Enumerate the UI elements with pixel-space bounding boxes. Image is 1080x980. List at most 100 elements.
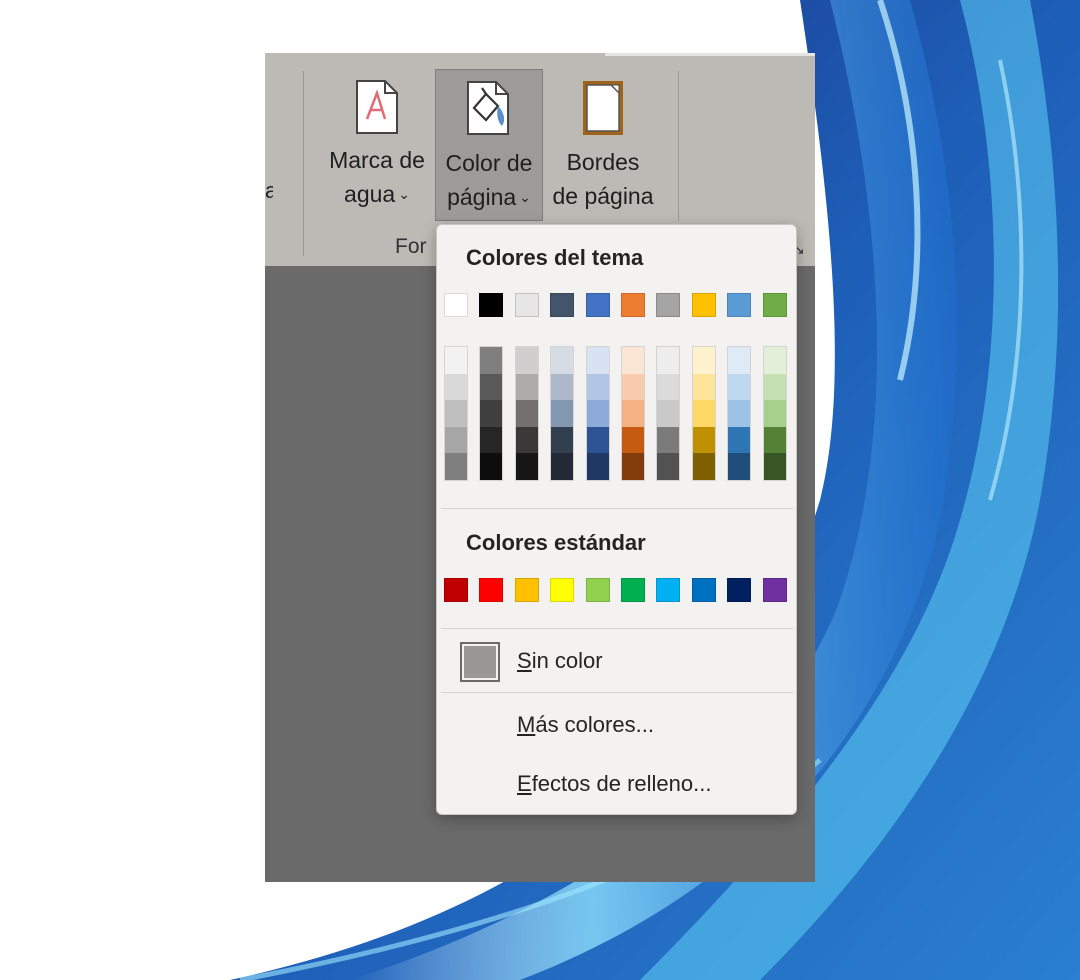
theme-shade-swatch[interactable] [551,453,574,480]
theme-color-swatch[interactable] [656,293,681,317]
fill-effects-label: Efectos de relleno... [517,771,711,797]
theme-shade-swatch[interactable] [763,400,786,427]
theme-color-swatch[interactable] [479,293,504,317]
theme-shade-swatch[interactable] [692,453,715,480]
theme-colors-row [444,293,798,317]
theme-shade-column [620,346,645,481]
theme-color-swatch[interactable] [762,293,787,317]
no-color-label: Sin color [517,648,603,674]
theme-shade-column [514,346,539,481]
theme-shade-swatch[interactable] [657,373,680,401]
theme-shade-swatch[interactable] [621,426,644,454]
theme-shade-swatch[interactable] [621,453,644,480]
standard-color-swatch[interactable] [550,578,575,602]
no-color-text: in color [531,648,603,673]
theme-shade-swatch[interactable] [728,373,751,401]
theme-shade-swatch[interactable] [551,400,574,427]
theme-shade-swatch[interactable] [515,426,538,454]
theme-shade-column [550,346,575,481]
theme-shade-swatch[interactable] [445,426,467,454]
theme-shade-swatch[interactable] [763,347,786,374]
theme-shade-column [727,346,752,481]
theme-color-swatch[interactable] [691,293,716,317]
menu-separator [441,508,793,509]
ribbon-group-label: For [395,235,427,258]
theme-shade-swatch[interactable] [480,400,503,427]
menu-separator [441,628,793,629]
ribbon-top-strip [605,53,815,56]
theme-shade-swatch[interactable] [515,453,538,480]
page-borders-button[interactable]: Bordes de página [547,69,659,221]
theme-color-swatch[interactable] [514,293,539,317]
theme-shade-swatch[interactable] [551,347,574,374]
theme-shade-swatch[interactable] [445,347,467,374]
theme-shade-swatch[interactable] [728,453,751,480]
standard-color-swatch[interactable] [620,578,645,602]
page-borders-label-line1: Bordes [566,149,640,175]
theme-shade-swatch[interactable] [728,347,751,374]
standard-color-swatch[interactable] [762,578,787,602]
theme-color-swatch[interactable] [727,293,752,317]
theme-shade-swatch[interactable] [692,400,715,427]
theme-shade-swatch[interactable] [763,373,786,401]
standard-color-swatch[interactable] [656,578,681,602]
theme-shade-swatch[interactable] [657,453,680,480]
standard-colors-heading: Colores estándar [466,530,646,555]
theme-shade-swatch[interactable] [728,400,751,427]
theme-shade-swatch[interactable] [586,347,609,374]
theme-shade-swatch[interactable] [763,426,786,454]
watermark-button[interactable]: Marca de agua ⌄ [321,69,433,221]
theme-shade-swatch[interactable] [480,453,503,480]
page-color-label-line2: página [447,184,517,210]
theme-shade-swatch[interactable] [657,400,680,427]
theme-color-swatch[interactable] [550,293,575,317]
theme-shade-swatch[interactable] [551,426,574,454]
theme-shade-swatch[interactable] [657,426,680,454]
theme-shade-swatch[interactable] [657,347,680,374]
theme-shade-swatch[interactable] [480,347,503,374]
theme-shade-swatch[interactable] [480,373,503,401]
theme-shade-swatch[interactable] [480,426,503,454]
theme-shade-swatch[interactable] [515,373,538,401]
theme-shade-swatch[interactable] [586,400,609,427]
theme-shades-grid [444,346,798,481]
no-color-item[interactable]: Sin color [437,636,796,686]
theme-shade-swatch[interactable] [445,400,467,427]
page-borders-icon [583,81,623,135]
standard-color-swatch[interactable] [691,578,716,602]
theme-shade-swatch[interactable] [692,373,715,401]
theme-shade-swatch[interactable] [692,426,715,454]
theme-shade-swatch[interactable] [586,453,609,480]
page-color-label-line1: Color de [445,150,533,176]
standard-color-swatch[interactable] [444,578,468,602]
theme-shade-swatch[interactable] [445,373,467,401]
standard-color-swatch[interactable] [585,578,610,602]
page-color-button[interactable]: Color de página ⌄ [435,69,543,221]
chevron-down-icon: ⌄ [398,186,410,202]
fill-effects-item[interactable]: Efectos de relleno... [437,759,796,809]
theme-color-swatch[interactable] [620,293,645,317]
standard-color-swatch[interactable] [514,578,539,602]
theme-shade-swatch[interactable] [692,347,715,374]
theme-color-swatch[interactable] [585,293,610,317]
theme-shade-swatch[interactable] [515,347,538,374]
standard-color-swatch[interactable] [727,578,752,602]
watermark-label-line2-wrap: agua ⌄ [321,177,433,211]
watermark-icon [356,80,398,134]
theme-shade-swatch[interactable] [728,426,751,454]
more-colors-item[interactable]: Más colores... [437,700,796,750]
theme-shade-swatch[interactable] [445,453,467,480]
theme-shade-column [585,346,610,481]
theme-shade-swatch[interactable] [763,453,786,480]
standard-color-swatch[interactable] [479,578,504,602]
theme-shade-swatch[interactable] [515,400,538,427]
theme-shade-column [656,346,681,481]
theme-shade-swatch[interactable] [586,426,609,454]
theme-shade-swatch[interactable] [551,373,574,401]
theme-shade-column [762,346,787,481]
theme-shade-swatch[interactable] [621,347,644,374]
theme-shade-swatch[interactable] [586,373,609,401]
theme-color-swatch[interactable] [444,293,468,317]
theme-shade-swatch[interactable] [621,400,644,427]
theme-shade-swatch[interactable] [621,373,644,401]
